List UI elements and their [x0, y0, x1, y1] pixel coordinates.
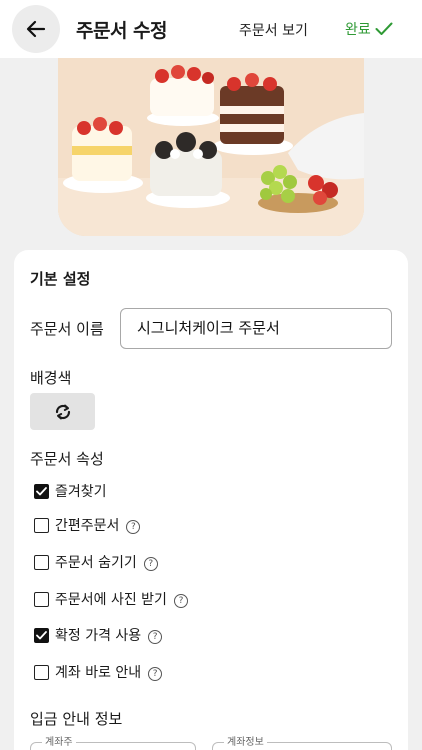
done-label: 완료 [345, 22, 371, 38]
option-fixed-price[interactable]: 확정 가격 사용 ? [34, 624, 163, 646]
checkbox-favorite[interactable] [34, 483, 49, 499]
help-icon[interactable]: ? [126, 519, 141, 534]
checkbox-hide-form[interactable] [34, 554, 49, 570]
check-icon [375, 22, 393, 35]
option-receive-photos[interactable]: 주문서에 사진 받기 ? [34, 588, 188, 610]
basic-settings-title: 기본 설정 [30, 270, 91, 288]
background-color-label: 배경색 [30, 369, 72, 387]
order-form-name-label: 주문서 이름 [30, 320, 104, 338]
checkmark-icon [36, 630, 47, 639]
background-color-button[interactable] [30, 393, 95, 430]
help-icon[interactable]: ? [148, 666, 163, 681]
option-label: 주문서 숨기기 [55, 555, 137, 571]
option-label: 간편주문서 [55, 518, 120, 534]
option-favorite[interactable]: 즐겨찾기 [34, 480, 107, 502]
back-button[interactable] [12, 5, 60, 53]
checkbox-receive-photos[interactable] [34, 591, 49, 607]
help-icon[interactable]: ? [173, 593, 188, 608]
checkbox-simple-order[interactable] [34, 517, 49, 533]
checkbox-account-guide[interactable] [34, 664, 49, 680]
cover-photo[interactable] [58, 58, 364, 236]
option-hide-form[interactable]: 주문서 숨기기 ? [34, 551, 158, 573]
option-simple-order[interactable]: 간편주문서 ? [34, 514, 141, 536]
checkbox-fixed-price[interactable] [34, 627, 49, 643]
account-holder-label: 계좌주 [42, 733, 76, 748]
view-order-form-link[interactable]: 주문서 보기 [239, 20, 308, 40]
back-arrow-icon [26, 20, 46, 38]
help-icon[interactable]: ? [143, 556, 158, 571]
checkmark-icon [36, 486, 47, 495]
option-account-guide[interactable]: 계좌 바로 안내 ? [34, 661, 163, 683]
option-label: 확정 가격 사용 [55, 628, 142, 644]
app-header: 주문서 수정 주문서 보기 완료 [0, 0, 422, 58]
done-button[interactable]: 완료 [345, 19, 393, 39]
option-label: 계좌 바로 안내 [55, 665, 142, 681]
option-label: 주문서에 사진 받기 [55, 592, 167, 608]
order-form-attributes-label: 주문서 속성 [30, 450, 104, 468]
option-label: 즐겨찾기 [55, 484, 107, 500]
refresh-icon [55, 404, 70, 419]
help-icon[interactable]: ? [148, 629, 163, 644]
page-title: 주문서 수정 [76, 20, 168, 42]
account-info-label: 계좌정보 [224, 733, 267, 748]
order-form-name-input[interactable]: 시그니처케이크 주문서 [120, 308, 392, 349]
deposit-info-title: 입금 안내 정보 [30, 710, 123, 728]
